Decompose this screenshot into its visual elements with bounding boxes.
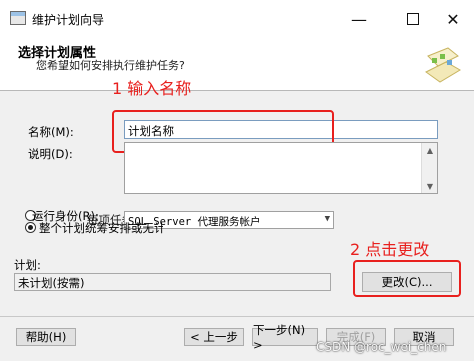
next-button[interactable]: 下一步(N) > [252, 323, 318, 352]
close-icon[interactable]: ✕ [430, 0, 474, 38]
window-title: 维护计划向导 [32, 13, 105, 27]
schedule-label: 计划: [14, 258, 41, 272]
scroll-down-icon[interactable]: ▼ [422, 179, 438, 193]
minimize-icon[interactable]: — [336, 0, 382, 38]
annotation-box-change [353, 260, 461, 297]
description-scrollbar[interactable]: ▲ ▼ [421, 143, 437, 193]
chevron-down-icon: ▼ [324, 214, 330, 224]
schedule-field: 未计划(按需) [14, 273, 331, 291]
page-subtitle: 您希望如何安排执行维护任务? [36, 59, 185, 72]
scroll-up-icon[interactable]: ▲ [422, 143, 438, 157]
radio-whole-plan[interactable] [25, 222, 36, 233]
name-label: 名称(M): [28, 125, 74, 139]
description-field[interactable]: ▲ ▼ [124, 142, 438, 194]
description-label: 说明(D): [28, 147, 73, 161]
help-button[interactable]: 帮助(H) [16, 328, 76, 346]
annotation-step2: 2 点击更改 [350, 240, 430, 259]
radio-whole-label: 整个计划统筹安排或无计划 [39, 221, 163, 234]
schedule-value: 未计划(按需) [18, 276, 85, 290]
annotation-step1: 1 输入名称 [112, 79, 192, 98]
watermark: CSDN @roc_wei_chen [316, 340, 447, 354]
wizard-image-icon [425, 47, 461, 83]
footer-divider [0, 316, 474, 317]
app-icon [10, 11, 26, 25]
back-button[interactable]: < 上一步 [184, 328, 244, 346]
